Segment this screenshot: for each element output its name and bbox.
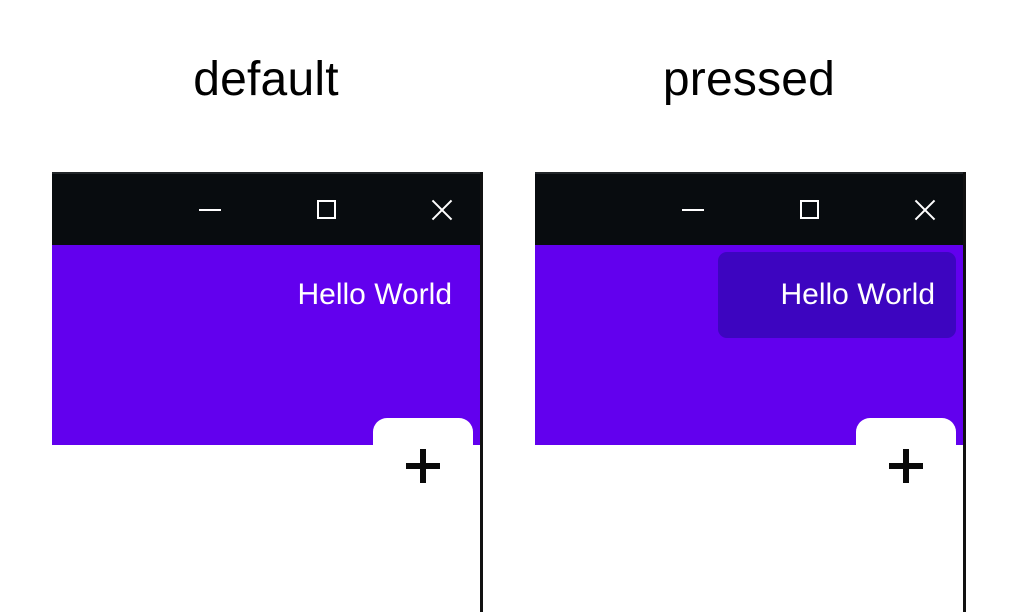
close-icon [430,198,454,222]
window-right-edge-pressed [963,172,966,612]
floating-action-button-default[interactable] [373,418,473,568]
maximize-button-pressed[interactable] [779,173,839,246]
titlebar-pressed [535,172,963,245]
list-item-label: Hello World [297,278,453,311]
floating-action-button-pressed[interactable] [856,418,956,568]
plus-icon [406,449,440,483]
minimize-icon [199,208,221,211]
close-button-default[interactable] [412,173,472,246]
list-item-default[interactable]: Hello World [52,252,480,338]
app-window-pressed: Hello World [535,172,966,612]
maximize-icon [799,200,819,219]
minimize-icon [682,208,704,211]
maximize-button-default[interactable] [296,173,356,246]
minimize-button-default[interactable] [180,173,240,246]
variant-caption-pressed: pressed [662,53,836,106]
app-surface-default: Hello World [52,245,480,568]
list-item-pressed[interactable]: Hello World [535,252,963,338]
plus-icon [889,449,923,483]
window-right-edge-default [480,172,483,612]
app-window-default: Hello World [52,172,483,612]
comparison-stage: default Hello World pressed Hello World [0,0,1017,612]
maximize-icon [316,200,336,219]
variant-caption-default: default [193,53,339,106]
minimize-button-pressed[interactable] [663,173,723,246]
close-icon [913,198,937,222]
titlebar-default [52,172,480,245]
close-button-pressed[interactable] [895,173,955,246]
app-surface-pressed: Hello World [535,245,963,568]
list-item-label: Hello World [780,278,936,311]
